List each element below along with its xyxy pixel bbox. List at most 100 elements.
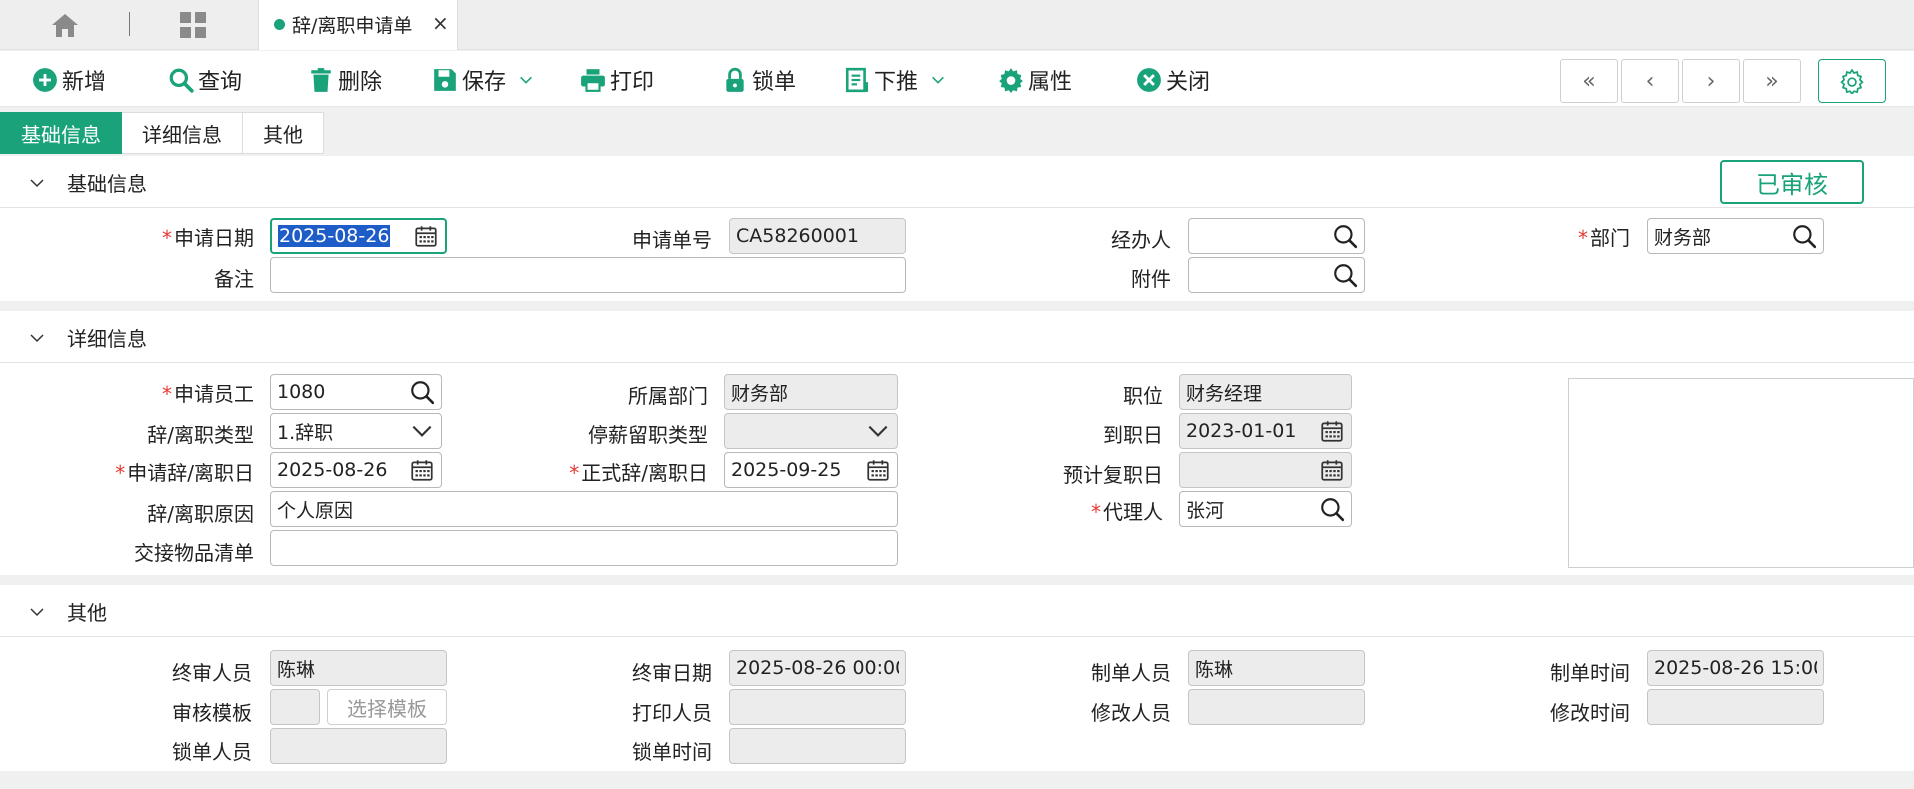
reason-label: 辞/离职原因 [147,502,254,526]
position-field: 财务经理 [1179,374,1352,410]
chevron-down-icon[interactable] [409,418,435,444]
suspend-type-select[interactable] [724,413,898,449]
lock-icon [726,67,744,92]
query-label: 查询 [198,70,243,95]
last-record-button[interactable]: » [1743,59,1801,103]
calendar-icon[interactable] [413,223,439,249]
chevron-down-icon[interactable] [865,418,891,444]
resign-type-label: 辞/离职类型 [147,423,254,447]
resign-type-select[interactable]: 1.辞职 [270,413,442,449]
previous-record-button[interactable]: ‹ [1621,59,1679,103]
locker-field [270,728,447,764]
gear-icon [999,68,1023,93]
lock-label: 锁单 [752,70,797,95]
employee-photo-box[interactable] [1568,378,1914,568]
settings-button[interactable] [1818,59,1886,103]
first-record-button[interactable]: « [1560,59,1618,103]
save-dropdown-chevron-icon[interactable] [518,72,534,88]
home-icon[interactable] [50,12,80,38]
tab-other[interactable]: 其他 [243,112,324,154]
apply-resign-date-value: 2025-08-26 [277,459,388,481]
calendar-icon[interactable] [865,457,891,483]
tab-basic-info[interactable]: 基础信息 [0,112,122,154]
push-document-icon [845,67,869,93]
chevron-down-icon[interactable] [28,329,46,347]
apply-no-field: CA58260001 [729,218,906,254]
agent-label: * 代理人 [1091,500,1163,524]
final-date-label: 终审日期 [632,661,712,685]
close-tab-icon[interactable]: × [432,11,449,35]
create-time-label: 制单时间 [1550,661,1630,685]
handler-label: 经办人 [1111,228,1171,252]
apply-resign-date-label: * 申请辞/离职日 [115,461,254,485]
tab-detail-info[interactable]: 详细信息 [122,112,243,154]
calendar-icon [1319,457,1345,483]
chevron-down-icon[interactable] [28,174,46,192]
apply-date-field[interactable]: 2025-08-26 [270,218,447,254]
formal-resign-date-label: * 正式辞/离职日 [569,461,708,485]
close-label: 关闭 [1166,70,1211,95]
search-icon[interactable] [1332,262,1358,288]
section-detail-title: 详细信息 [67,327,147,351]
save-button[interactable]: 保存 [432,65,534,95]
floppy-save-icon [434,69,456,91]
handover-field[interactable] [270,530,898,566]
print-button[interactable]: 打印 [580,65,654,95]
lock-button[interactable]: 锁单 [722,65,796,95]
final-reviewer-field: 陈琳 [270,650,447,686]
next-record-button[interactable]: › [1682,59,1740,103]
reason-field[interactable]: 个人原因 [270,491,898,527]
calendar-icon [1319,418,1345,444]
dept-field[interactable]: 财务部 [1647,218,1824,254]
query-button[interactable]: 查询 [168,65,242,95]
apps-grid-icon[interactable] [178,10,208,40]
settings-gear-icon [1840,68,1864,94]
tab-resign-application[interactable]: 辞/离职申请单 × [258,0,458,50]
search-icon[interactable] [1332,223,1358,249]
section-basic-header[interactable]: 基础信息 [0,156,1914,208]
section-detail-header[interactable]: 详细信息 [0,311,1914,363]
agent-field[interactable]: 张河 [1179,491,1352,527]
calendar-icon[interactable] [409,457,435,483]
apply-date-label: * 申请日期 [162,226,254,250]
section-other-header[interactable]: 其他 [0,585,1914,637]
properties-label: 属性 [1028,70,1073,95]
save-label: 保存 [462,70,507,95]
join-date-value: 2023-01-01 [1186,420,1297,442]
section-other-title: 其他 [67,601,107,625]
push-down-button[interactable]: 下推 [844,65,946,95]
search-icon[interactable] [1791,223,1817,249]
position-label: 职位 [1123,384,1163,408]
delete-button[interactable]: 删除 [308,65,382,95]
trash-icon [311,68,331,92]
search-icon[interactable] [409,379,435,405]
properties-button[interactable]: 属性 [998,65,1072,95]
employee-field[interactable]: 1080 [270,374,442,410]
push-down-dropdown-chevron-icon[interactable] [930,72,946,88]
print-label: 打印 [610,70,655,95]
close-button[interactable]: 关闭 [1136,65,1210,95]
tab-bar: 辞/离职申请单 × [0,0,1914,50]
creator-label: 制单人员 [1091,661,1171,685]
join-date-field: 2023-01-01 [1179,413,1352,449]
handler-field[interactable] [1188,218,1365,254]
final-date-value: 2025-08-26 00:00 [736,657,899,679]
apply-resign-date-field[interactable]: 2025-08-26 [270,452,442,488]
search-icon[interactable] [1319,496,1345,522]
agent-value: 张河 [1186,499,1225,522]
tab-separator [129,12,130,36]
remark-field[interactable] [270,257,906,293]
tab-status-dot [274,19,285,30]
printer-field [729,689,906,725]
modifier-field [1188,689,1365,725]
creator-value: 陈琳 [1195,658,1234,681]
chevron-down-icon[interactable] [28,603,46,621]
add-button[interactable]: 新增 [32,65,106,95]
formal-resign-date-field[interactable]: 2025-09-25 [724,452,898,488]
status-badge: 已审核 [1720,160,1864,204]
plus-circle-icon [33,68,57,92]
reason-value: 个人原因 [277,499,354,522]
attachment-field[interactable] [1188,257,1365,293]
formal-resign-date-value: 2025-09-25 [731,459,842,481]
select-template-button[interactable]: 选择模板 [327,689,447,725]
